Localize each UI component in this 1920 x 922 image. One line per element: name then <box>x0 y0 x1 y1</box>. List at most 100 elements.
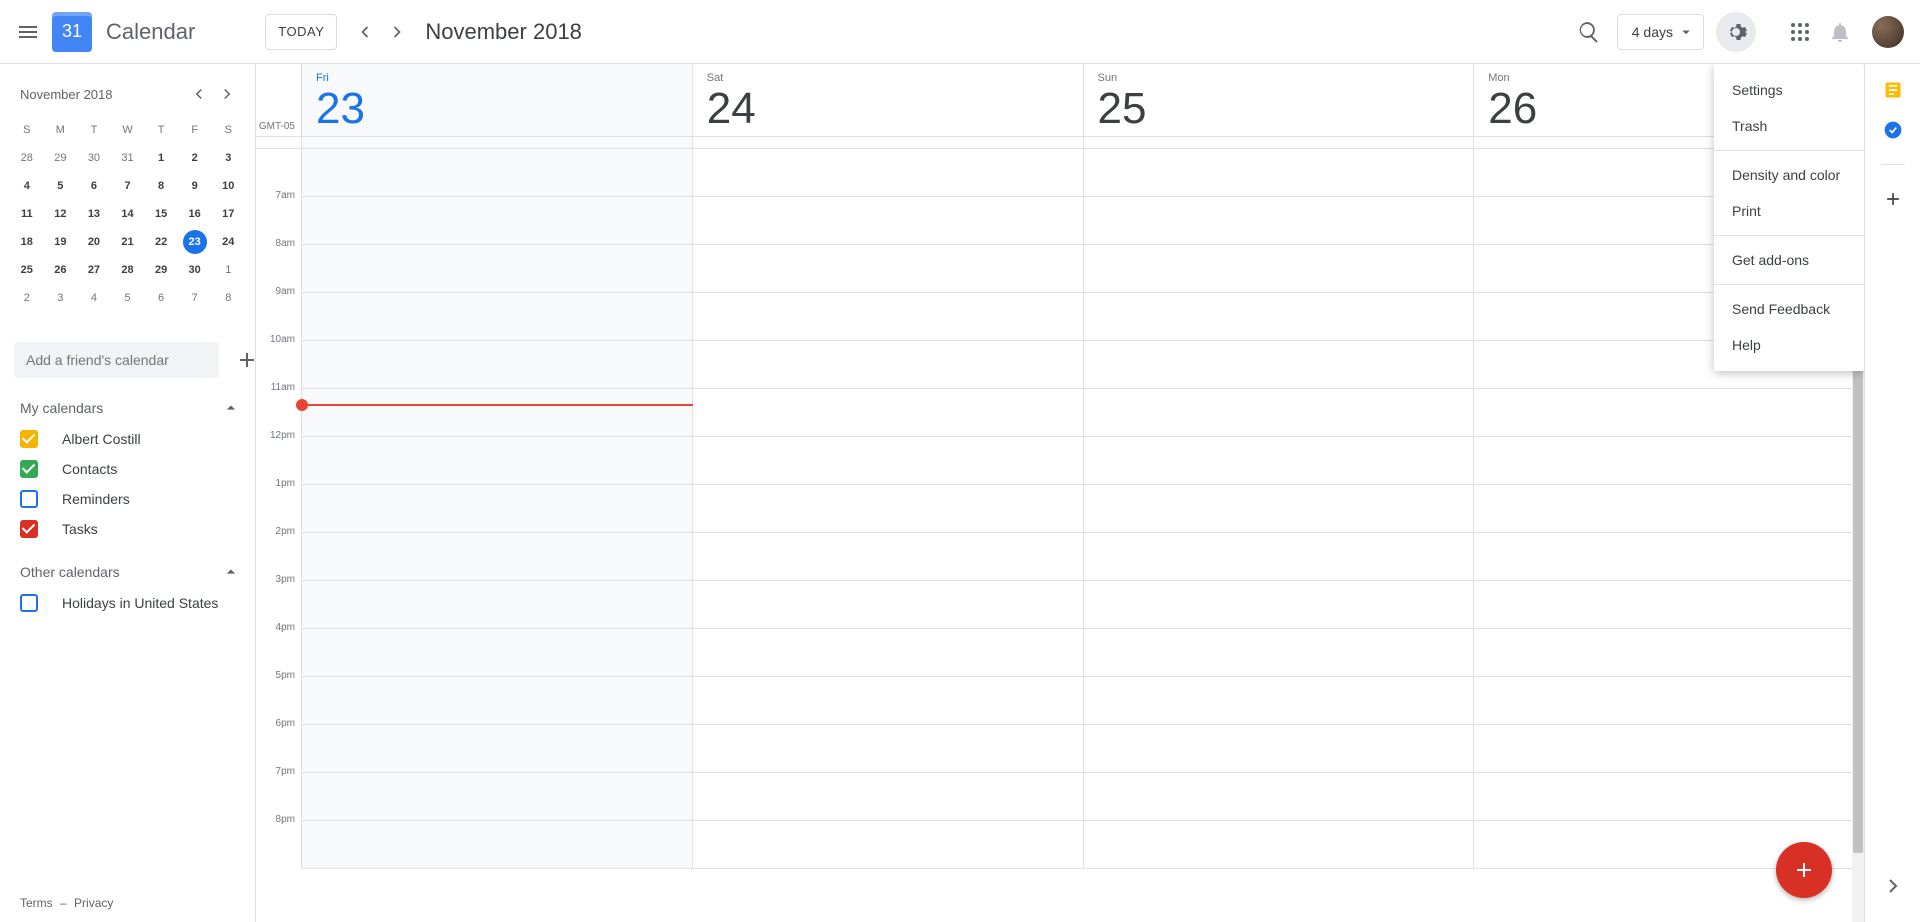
time-cell[interactable] <box>302 245 692 293</box>
settings-menu-item[interactable]: Send Feedback <box>1714 291 1864 327</box>
time-cell[interactable] <box>692 389 1083 437</box>
calendar-checkbox[interactable] <box>20 460 38 478</box>
mini-day[interactable]: 20 <box>77 228 111 256</box>
calendar-item[interactable]: Reminders <box>0 484 255 514</box>
other-calendars-header[interactable]: Other calendars <box>0 544 255 588</box>
add-addon-button[interactable] <box>1883 189 1903 209</box>
time-cell[interactable] <box>692 677 1083 725</box>
time-cell[interactable] <box>1473 629 1864 677</box>
time-cell[interactable] <box>692 629 1083 677</box>
mini-day[interactable]: 7 <box>178 284 212 312</box>
add-friend-input[interactable] <box>14 342 219 378</box>
time-cell[interactable] <box>302 821 692 869</box>
time-cell[interactable] <box>302 677 692 725</box>
calendar-checkbox[interactable] <box>20 520 38 538</box>
time-cell[interactable] <box>692 773 1083 821</box>
mini-day[interactable]: 4 <box>10 172 44 200</box>
mini-day[interactable]: 25 <box>10 256 44 284</box>
scrollbar-thumb[interactable] <box>1853 339 1863 854</box>
time-cell[interactable] <box>302 485 692 533</box>
hamburger-icon[interactable] <box>8 12 48 52</box>
mini-day[interactable]: 8 <box>144 172 178 200</box>
keep-icon[interactable] <box>1883 80 1903 100</box>
time-cell[interactable] <box>692 725 1083 773</box>
time-cell[interactable] <box>302 293 692 341</box>
calendar-item[interactable]: Contacts <box>0 454 255 484</box>
time-cell[interactable] <box>1083 725 1474 773</box>
time-cell[interactable] <box>1083 437 1474 485</box>
mini-prev-button[interactable] <box>185 80 213 108</box>
time-cell[interactable] <box>1083 293 1474 341</box>
time-cell[interactable] <box>692 533 1083 581</box>
mini-day[interactable]: 6 <box>144 284 178 312</box>
privacy-link[interactable]: Privacy <box>74 896 113 910</box>
mini-day[interactable]: 29 <box>144 256 178 284</box>
time-cell[interactable] <box>692 581 1083 629</box>
time-cell[interactable] <box>302 725 692 773</box>
time-cell[interactable] <box>1083 773 1474 821</box>
time-cell[interactable] <box>1083 149 1474 197</box>
settings-button[interactable] <box>1716 12 1756 52</box>
mini-day[interactable]: 9 <box>178 172 212 200</box>
tasks-icon[interactable] <box>1883 120 1903 140</box>
mini-day[interactable]: 31 <box>111 144 145 172</box>
day-header[interactable]: Fri23 <box>302 64 692 136</box>
time-cell[interactable] <box>1083 581 1474 629</box>
mini-day[interactable]: 28 <box>111 256 145 284</box>
time-cell[interactable] <box>1083 821 1474 869</box>
terms-link[interactable]: Terms <box>20 896 53 910</box>
mini-day[interactable]: 7 <box>111 172 145 200</box>
time-cell[interactable] <box>692 821 1083 869</box>
settings-menu-item[interactable]: Density and color <box>1714 157 1864 193</box>
mini-day[interactable]: 16 <box>178 200 212 228</box>
time-cell[interactable] <box>302 533 692 581</box>
prev-period-button[interactable] <box>349 16 381 48</box>
mini-day[interactable]: 4 <box>77 284 111 312</box>
mini-day[interactable]: 10 <box>211 172 245 200</box>
mini-day[interactable]: 2 <box>10 284 44 312</box>
time-cell[interactable] <box>1083 677 1474 725</box>
create-event-fab[interactable] <box>1776 842 1832 898</box>
time-cell[interactable] <box>1083 197 1474 245</box>
settings-menu-item[interactable]: Help <box>1714 327 1864 363</box>
time-cell[interactable] <box>1083 389 1474 437</box>
time-cell[interactable] <box>692 245 1083 293</box>
settings-menu-item[interactable]: Get add-ons <box>1714 242 1864 278</box>
mini-day[interactable]: 5 <box>111 284 145 312</box>
allday-cell[interactable] <box>302 137 692 148</box>
mini-day[interactable]: 14 <box>111 200 145 228</box>
time-cell[interactable] <box>1473 533 1864 581</box>
settings-menu-item[interactable]: Settings <box>1714 72 1864 108</box>
allday-cell[interactable] <box>692 137 1083 148</box>
time-cell[interactable] <box>1473 389 1864 437</box>
mini-day[interactable]: 29 <box>44 144 78 172</box>
mini-day[interactable]: 27 <box>77 256 111 284</box>
mini-day[interactable]: 11 <box>10 200 44 228</box>
logo[interactable]: 31 Calendar <box>52 12 195 52</box>
mini-day[interactable]: 1 <box>144 144 178 172</box>
allday-cell[interactable] <box>1083 137 1474 148</box>
mini-day[interactable]: 30 <box>178 256 212 284</box>
time-cell[interactable] <box>302 773 692 821</box>
collapse-rail-button[interactable] <box>1873 866 1913 906</box>
mini-day[interactable]: 22 <box>144 228 178 256</box>
day-header[interactable]: Sat24 <box>692 64 1083 136</box>
time-cell[interactable] <box>302 197 692 245</box>
time-cell[interactable] <box>1473 485 1864 533</box>
time-cell[interactable] <box>1473 677 1864 725</box>
calendar-checkbox[interactable] <box>20 430 38 448</box>
mini-day[interactable]: 24 <box>211 228 245 256</box>
calendar-item[interactable]: Albert Costill <box>0 424 255 454</box>
time-cell[interactable] <box>692 485 1083 533</box>
time-cell[interactable] <box>692 293 1083 341</box>
time-cell[interactable] <box>302 149 692 197</box>
settings-menu-item[interactable]: Print <box>1714 193 1864 229</box>
add-friend-plus-button[interactable] <box>227 340 256 380</box>
mini-day[interactable]: 1 <box>211 256 245 284</box>
notifications-icon[interactable] <box>1820 12 1860 52</box>
mini-day[interactable]: 26 <box>44 256 78 284</box>
time-cell[interactable] <box>1083 533 1474 581</box>
settings-menu-item[interactable]: Trash <box>1714 108 1864 144</box>
mini-day[interactable]: 17 <box>211 200 245 228</box>
time-cell[interactable] <box>1083 245 1474 293</box>
